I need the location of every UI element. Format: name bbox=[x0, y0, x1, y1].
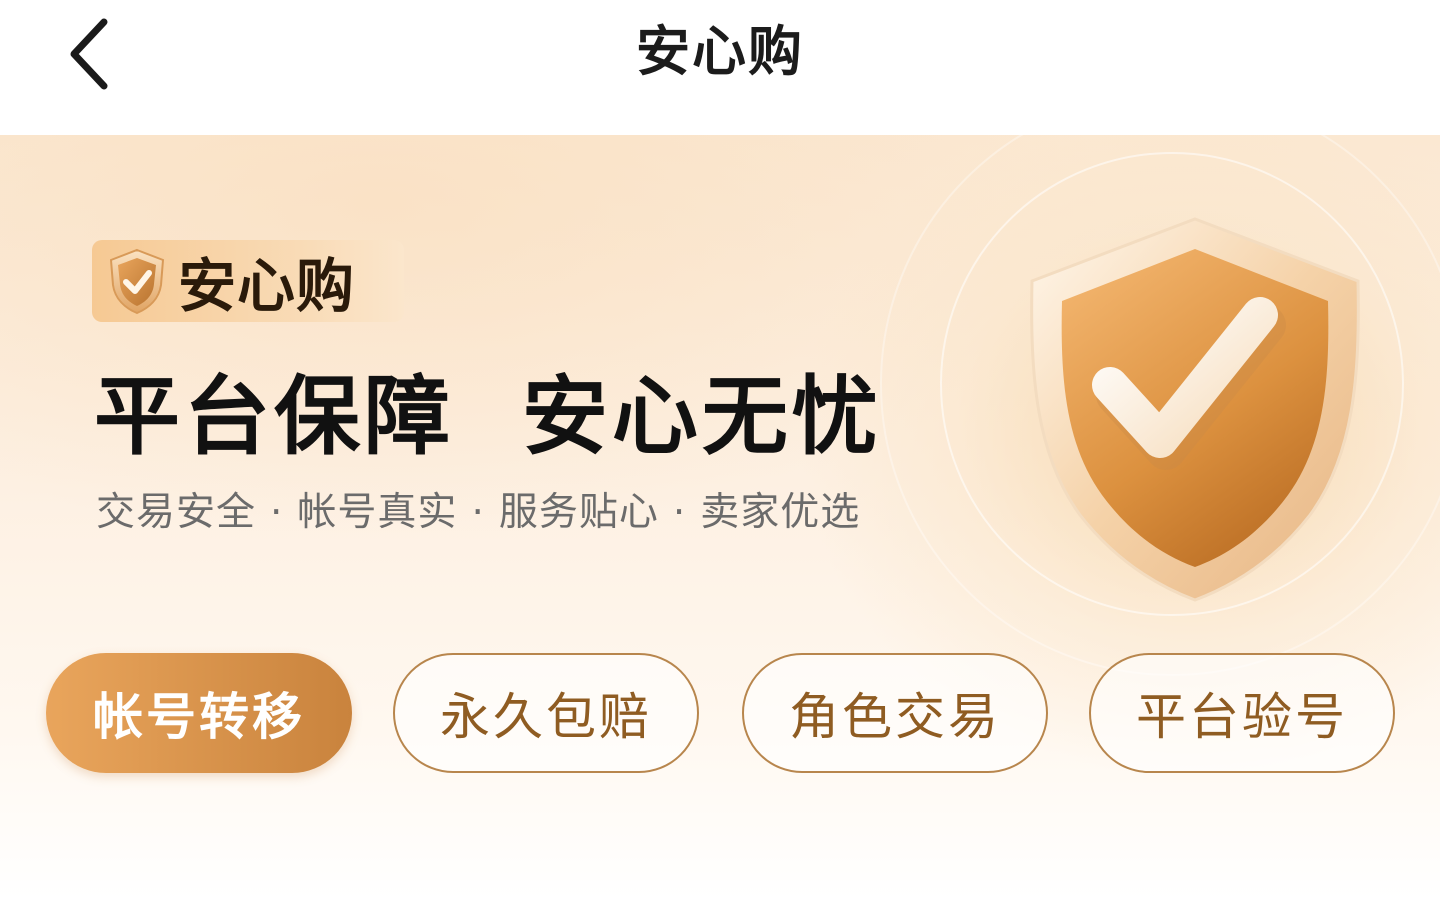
feature-item: 交易安全 bbox=[96, 490, 257, 535]
tab-platform-verification[interactable]: 平台验号 bbox=[1089, 653, 1395, 773]
brand-badge: 安心购 bbox=[92, 240, 404, 322]
feature-separator: · bbox=[471, 490, 485, 535]
feature-item: 帐号真实 bbox=[297, 490, 458, 535]
feature-item: 服务贴心 bbox=[498, 490, 659, 535]
shield-check-icon bbox=[104, 246, 170, 316]
nav-bar: 安心购 bbox=[0, 0, 1440, 135]
headline: 平台保障 安心无忧 bbox=[94, 367, 882, 467]
feature-separator: · bbox=[672, 490, 687, 535]
feature-list: 交易安全 · 帐号真实 · 服务贴心 · 卖家优选 bbox=[96, 486, 860, 540]
tab-account-transfer[interactable]: 帐号转移 bbox=[46, 653, 352, 773]
feature-item: 卖家优选 bbox=[700, 490, 861, 535]
shield-check-icon bbox=[1010, 205, 1380, 615]
badge-label: 安心购 bbox=[178, 252, 356, 320]
tab-character-trade[interactable]: 角色交易 bbox=[742, 653, 1048, 773]
page-title: 安心购 bbox=[636, 20, 804, 83]
page: 安心购 安心购 平台保障 安心无忧 交易安全 · 帐号真实 · 服务贴心 · 卖… bbox=[0, 0, 1440, 899]
feature-separator: · bbox=[270, 490, 284, 535]
tab-permanent-compensation[interactable]: 永久包赔 bbox=[393, 653, 699, 773]
